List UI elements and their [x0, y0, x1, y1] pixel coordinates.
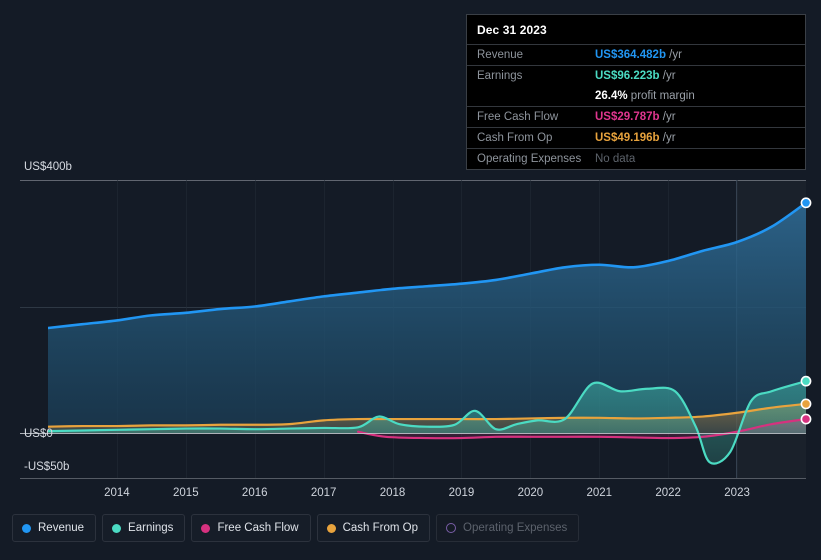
- y-axis-label-zero: US$0: [24, 428, 53, 440]
- legend-label: Earnings: [128, 522, 174, 534]
- tooltip-row-label: Operating Expenses: [477, 153, 582, 165]
- legend-label: Cash From Op: [342, 522, 419, 534]
- legend-swatch-icon: [112, 523, 122, 533]
- x-tick-2022: 2022: [655, 487, 681, 499]
- tooltip-date: Dec 31 2023: [477, 23, 547, 37]
- legend-label: Operating Expenses: [463, 522, 568, 534]
- tooltip-row-value: US$96.223b /yr: [595, 70, 676, 82]
- legend-label: Revenue: [38, 522, 85, 534]
- x-tick-2019: 2019: [449, 487, 475, 499]
- x-tick-2016: 2016: [242, 487, 268, 499]
- x-tick-2021: 2021: [586, 487, 612, 499]
- tooltip-row: Cash From Op US$49.196b /yr: [467, 127, 805, 148]
- legend-swatch-icon: [22, 523, 31, 533]
- legend-swatch-icon: [446, 523, 457, 533]
- endpoint-earnings: [800, 375, 812, 387]
- legend-item-operating-expenses[interactable]: Operating Expenses: [436, 514, 580, 542]
- x-tick-2023: 2023: [724, 487, 750, 499]
- tooltip-rows: Revenue US$364.482b /yr Earnings US$96.223b…: [467, 44, 805, 169]
- x-tick-2015: 2015: [173, 487, 199, 499]
- tooltip-row-label: Free Cash Flow: [477, 111, 559, 123]
- endpoint-revenue: [800, 197, 812, 209]
- tooltip-row: 26.4% profit margin: [467, 86, 805, 106]
- legend-swatch-icon: [326, 523, 336, 533]
- tooltip-row-value: No data: [595, 153, 636, 165]
- tooltip-row: Earnings US$96.223b /yr: [467, 65, 805, 86]
- tooltip-row: Revenue US$364.482b /yr: [467, 44, 805, 65]
- y-axis-label-bottom: -US$50b: [24, 461, 69, 473]
- tooltip-row-label: Cash From Op: [477, 132, 553, 144]
- tooltip-row-value: US$49.196b /yr: [595, 132, 676, 144]
- endpoint-cash-from-op: [800, 398, 812, 410]
- tooltip-row-label: Earnings: [477, 70, 523, 82]
- legend-item-earnings[interactable]: Earnings: [102, 514, 186, 542]
- tooltip-row: Operating Expenses No data: [467, 148, 805, 169]
- legend-swatch-icon: [201, 523, 211, 533]
- legend-item-cash-from-op[interactable]: Cash From Op: [316, 514, 431, 542]
- legend-label: Free Cash Flow: [217, 522, 299, 534]
- tooltip-row-label: Revenue: [477, 49, 524, 61]
- x-tick-2014: 2014: [104, 487, 130, 499]
- tooltip-row-value: 26.4% profit margin: [595, 90, 695, 102]
- chart-legend[interactable]: Revenue Earnings Free Cash Flow Cash From O…: [12, 514, 580, 542]
- x-tick-2018: 2018: [380, 487, 406, 499]
- x-tick-2020: 2020: [518, 487, 544, 499]
- y-axis-label-top: US$400b: [24, 161, 72, 173]
- tooltip-row-value: US$364.482b /yr: [595, 49, 682, 61]
- legend-item-free-cash-flow[interactable]: Free Cash Flow: [191, 514, 311, 542]
- tooltip-row: Free Cash Flow US$29.787b /yr: [467, 106, 805, 127]
- data-tooltip: Dec 31 2023 Revenue US$364.482b /yr Earnin…: [466, 14, 806, 170]
- tooltip-row-value: US$29.787b /yr: [595, 111, 676, 123]
- legend-item-revenue[interactable]: Revenue: [12, 514, 97, 542]
- endpoint-free-cash-flow: [800, 413, 812, 425]
- x-tick-2017: 2017: [311, 487, 337, 499]
